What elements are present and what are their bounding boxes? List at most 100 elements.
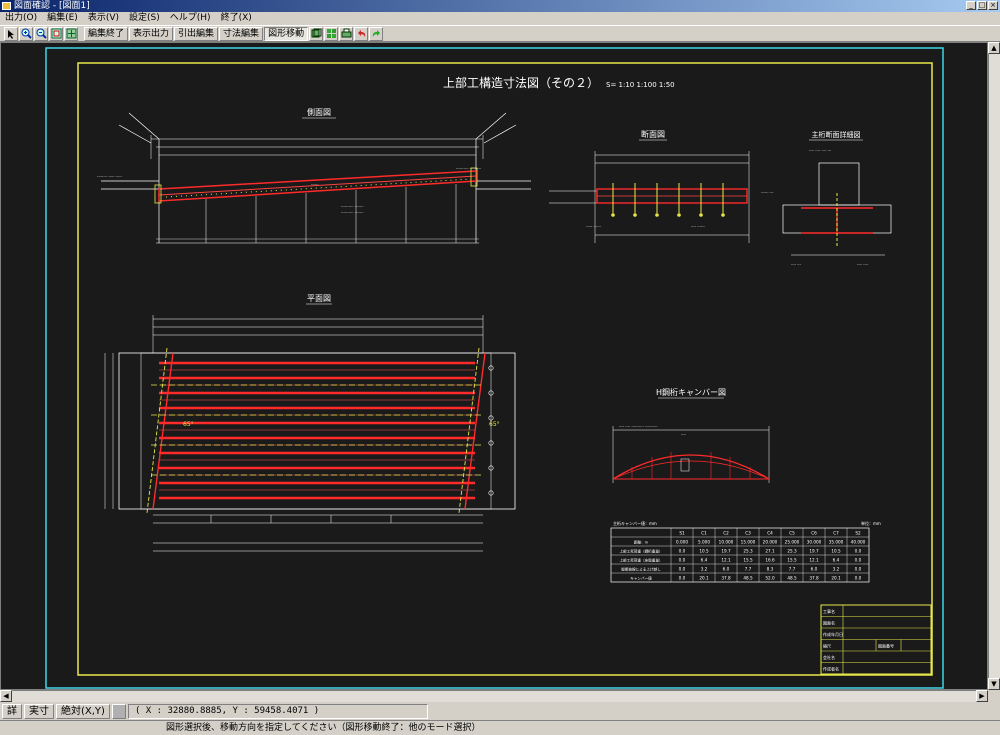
zoom-in-button[interactable] [19, 26, 33, 41]
table-cell: 6.0 [811, 567, 818, 572]
edit-end-button[interactable]: 編集終了 [84, 26, 129, 41]
table-header-cell: S2 [855, 531, 861, 536]
title-block-label: 工事名 [823, 608, 835, 614]
app-icon [2, 2, 11, 10]
cad-drawing: 上部工構造寸法図（その２） S= 1:10 1:100 1:50 側面図 ---… [45, 47, 944, 689]
fit-all-button[interactable] [64, 26, 78, 41]
table-cell: 19.7 [809, 549, 819, 554]
title-block: 工事名図面名作成年月日縮尺 図面番号会社名作成者名 [820, 604, 932, 675]
fit-all-icon [66, 28, 76, 39]
menu-output[interactable]: 出力(O) [0, 12, 42, 25]
svg-text:-------- ----- -----: -------- ----- ----- [97, 174, 123, 178]
menu-exit[interactable]: 終了(X) [216, 12, 257, 25]
table-cell: 20.1 [699, 576, 709, 581]
scroll-left-button[interactable]: ◀ [0, 690, 12, 702]
menu-settings[interactable]: 設定(S) [124, 12, 165, 25]
table-cell: 12.1 [721, 558, 731, 563]
minimize-button[interactable]: _ [966, 1, 976, 10]
camber-table-unit: 単位：mm [861, 520, 881, 526]
table-cell: 15.5 [787, 558, 797, 563]
status-bar: 詳 実寸 絶対(X,Y) ( X : 32880.8885, Y : 59458… [0, 702, 1000, 720]
table-cell: 0.0 [855, 567, 862, 572]
layer-icon [311, 28, 322, 38]
actual-size-button[interactable]: 実寸 [24, 703, 54, 719]
layer-tool-button[interactable] [309, 26, 324, 41]
table-cell: 3.2 [833, 567, 840, 572]
svg-text:------: ------ [311, 182, 319, 186]
table-cell: 15.5 [743, 558, 753, 563]
camber-table: 主桁キャンバー値：mm 単位：mm S1 C1 C2 C3 C4 C5 C6 C7 S2 距離：m… [610, 520, 881, 583]
table-cell: 16.6 [765, 558, 775, 563]
leader-edit-button[interactable]: 引出編集 [174, 26, 219, 41]
pointer-tool-button[interactable] [4, 26, 18, 41]
zoom-window-button[interactable] [49, 26, 63, 41]
table-cell: 30.000 [807, 540, 822, 545]
menu-view[interactable]: 表示(V) [83, 12, 124, 25]
absolute-coords-button[interactable]: 絶対(X,Y) [56, 703, 110, 719]
table-cell: 25.3 [787, 549, 797, 554]
plan-view: 平面図 65° 65° [104, 294, 516, 552]
drawing-canvas[interactable]: 上部工構造寸法図（その２） S= 1:10 1:100 1:50 側面図 ---… [0, 42, 988, 690]
table-cell: 19.7 [721, 549, 731, 554]
scroll-right-button[interactable]: ▶ [976, 690, 988, 702]
zoom-out-button[interactable] [34, 26, 48, 41]
table-cell: 25.000 [785, 540, 800, 545]
table-cell: 6.4 [701, 558, 708, 563]
redo-icon [372, 30, 380, 37]
drawing-scale: S= 1:10 1:100 1:50 [606, 81, 675, 89]
palette-icon [326, 29, 336, 38]
title-block-label: 作成年月日 [823, 631, 843, 637]
menu-help[interactable]: ヘルプ(H) [165, 12, 216, 25]
detail-view: 主桁断面詳細図 ---- ---- ---- --- ------ --- ----… [761, 130, 892, 266]
window-title: 図面確認 - [図面1] [14, 1, 90, 11]
title-block-label: 図面番号 [878, 643, 894, 649]
figure-move-button[interactable]: 図形移動 [264, 26, 309, 41]
coords-toggle-button[interactable] [111, 703, 126, 719]
coordinate-readout: ( X : 32880.8885, Y : 59458.4071 ) [127, 703, 428, 719]
detail-mode-button[interactable]: 詳 [2, 703, 22, 719]
table-header-cell: C7 [833, 531, 839, 536]
table-header-cell: C1 [701, 531, 707, 536]
camber-diagram: H鋼桁キャンバー図 ---- ---- ---------- ---------… [612, 387, 770, 483]
table-cell: キャンバー値 [630, 576, 652, 581]
print-button[interactable] [339, 26, 354, 41]
undo-button[interactable] [354, 26, 369, 41]
title-block-label: 縮尺 [823, 643, 831, 649]
svg-text:----: ---- [681, 432, 687, 436]
svg-text:---- ------: ---- ------ [691, 224, 705, 228]
table-cell: 27.1 [765, 549, 775, 554]
title-block-label: 図面名 [823, 620, 835, 626]
menu-edit[interactable]: 編集(E) [42, 12, 83, 25]
display-output-button[interactable]: 表示出力 [129, 26, 174, 41]
table-cell: 25.3 [743, 549, 753, 554]
table-cell: 37.8 [721, 576, 731, 581]
side-view-label: 側面図 [307, 107, 331, 117]
svg-text:---- ---- ---------- ---------: ---- ---- ---------- ---------- [619, 424, 658, 428]
close-button[interactable]: × [988, 1, 998, 10]
cursor-icon [8, 29, 14, 39]
table-cell: 0.000 [676, 540, 688, 545]
dimension-edit-button[interactable]: 寸法編集 [219, 26, 264, 41]
scroll-down-button[interactable]: ▼ [988, 678, 1000, 690]
color-tool-button[interactable] [324, 26, 339, 41]
table-cell: 37.8 [809, 576, 819, 581]
horizontal-scrollbar[interactable]: ◀ ▶ [0, 690, 988, 702]
table-cell: 0.0 [855, 558, 862, 563]
table-cell: 0.0 [679, 549, 686, 554]
svg-text:---------- -------: ---------- ------- [341, 210, 364, 214]
scroll-up-button[interactable]: ▲ [988, 42, 1000, 54]
redo-button[interactable] [369, 26, 384, 41]
section-view-label: 断面図 [641, 129, 665, 139]
table-cell: 0.0 [679, 558, 686, 563]
table-cell: 7.7 [745, 567, 752, 572]
vertical-scrollbar[interactable]: ▲ ▼ [988, 42, 1000, 690]
table-header-cell: C3 [745, 531, 751, 536]
table-cell: 3.2 [701, 567, 708, 572]
maximize-button[interactable]: □ [977, 1, 987, 10]
table-cell: 6.0 [723, 567, 730, 572]
table-cell: 6.4 [833, 558, 840, 563]
printer-icon [341, 28, 352, 38]
plan-view-label: 平面図 [307, 294, 331, 303]
svg-text:---------- ---------: ---------- --------- [456, 166, 482, 170]
table-header-cell: C6 [811, 531, 817, 536]
